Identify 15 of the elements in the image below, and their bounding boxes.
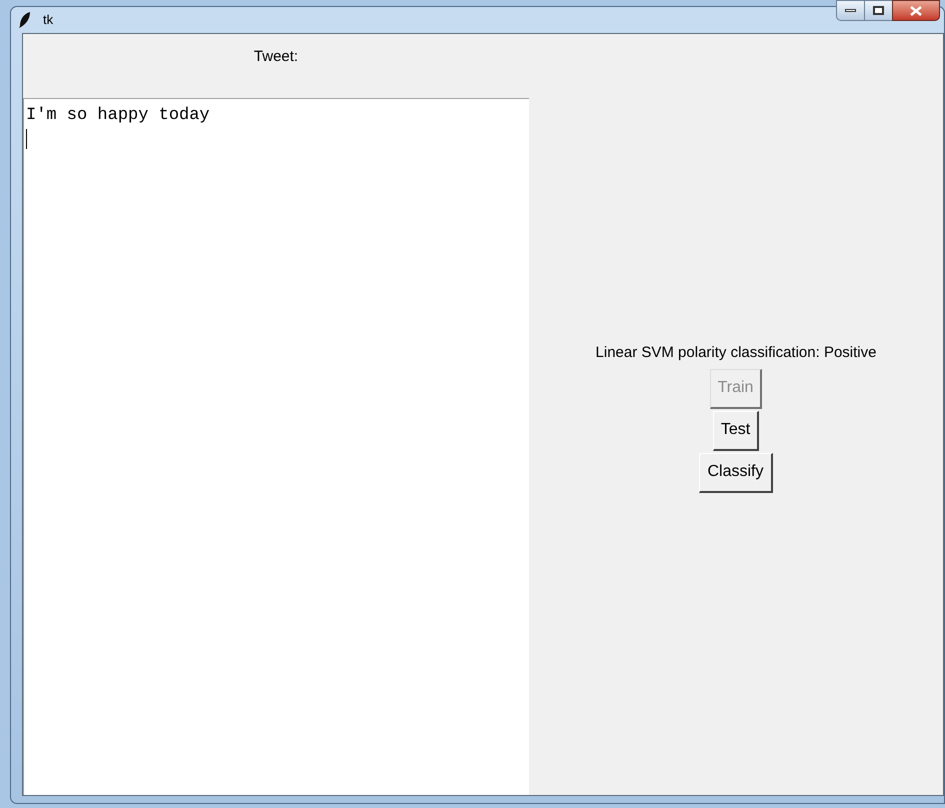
close-icon [910,6,922,16]
text-cursor [26,129,27,149]
action-button[interactable]: Classify [699,452,772,492]
tweet-text-area[interactable]: I'm so happy today [23,98,529,795]
close-button[interactable] [892,0,940,21]
result-label: Linear SVM polarity classification: Positive [596,343,876,363]
feather-icon [17,11,33,29]
maximize-icon [873,6,884,15]
tweet-label: Tweet: [254,47,298,66]
minimize-icon [845,9,856,12]
maximize-button[interactable] [865,0,892,21]
tweet-text: I'm so happy today [26,106,210,125]
minimize-button[interactable] [836,0,865,21]
action-button[interactable]: Test [712,410,760,450]
window-title: tk [43,11,54,30]
